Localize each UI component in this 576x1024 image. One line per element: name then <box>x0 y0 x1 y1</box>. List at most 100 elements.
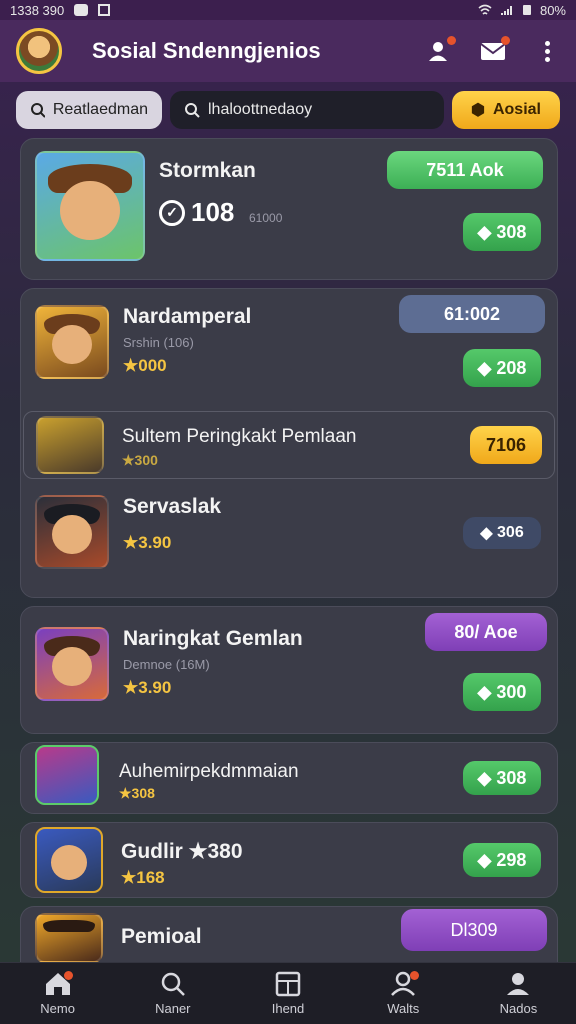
game-sub: Srshin (106) <box>123 335 194 350</box>
gem-icon: ◆ <box>477 849 497 870</box>
status-time: 1338 390 <box>10 2 65 18</box>
nav-label: Ihend <box>271 1001 305 1016</box>
gem-icon: ◆ <box>477 357 497 378</box>
status-badge: 61:002 <box>399 295 545 333</box>
score-sub: 61000 <box>249 211 283 225</box>
messages-notification-dot <box>501 36 510 45</box>
game-name: Stormkan <box>159 159 256 182</box>
featured-card[interactable]: Stormkan ✓ 108 61000 7511 Aok ◆ 308 <box>20 138 558 280</box>
game-name: Auhemirpekdmmaian <box>119 761 299 782</box>
home-notification-dot <box>64 971 74 980</box>
search-icon <box>161 972 185 996</box>
app-bar: Sosial Sndenngjenios <box>0 20 576 82</box>
board-icon <box>275 971 301 997</box>
status-badge[interactable]: Dl309 <box>401 909 547 951</box>
character-hat-icon <box>43 919 95 933</box>
play-button[interactable]: ◆ 300 <box>463 673 541 711</box>
app-title: Sosial Sndenngjenios <box>92 38 321 63</box>
filter-chip-label: Reatlaedman <box>52 101 148 118</box>
game-name: Servaslak <box>123 495 222 518</box>
group-card: Nardamperal Srshin (106) ★000 61:002 ◆ 2… <box>20 288 558 598</box>
character-face-icon <box>52 325 92 365</box>
play-button[interactable]: ◆ 308 <box>463 213 541 251</box>
list-item: Pemioal <box>35 913 202 963</box>
character-face-icon <box>52 647 92 687</box>
nav-search[interactable]: Naner <box>115 963 230 1024</box>
search-icon <box>185 103 200 118</box>
more-menu-button[interactable] <box>534 38 560 64</box>
filter-chip-label: Aosial <box>492 101 541 118</box>
play-button[interactable]: ◆ 208 <box>463 349 541 387</box>
game-rating: ★308 <box>119 785 155 801</box>
friends-button[interactable] <box>426 36 456 64</box>
game-name: Pemioal <box>121 925 202 948</box>
play-button-label: 208 <box>496 357 527 378</box>
badge-label: 61:002 <box>443 303 501 324</box>
nav-profile[interactable]: Nados <box>461 963 576 1024</box>
filter-chip-primary[interactable]: Reatlaedman <box>16 91 162 129</box>
friends-notification-dot <box>447 36 456 45</box>
more-dot-icon <box>544 40 550 46</box>
wifi-icon <box>478 4 492 15</box>
nav-label: Nados <box>499 1001 538 1016</box>
gem-icon: ◆ <box>477 221 497 242</box>
battery-percent: 80% <box>539 2 566 18</box>
game-name: Gudlir ★380 <box>121 840 243 863</box>
badge-label: 7106 <box>485 434 527 455</box>
nav-label: Walts <box>387 1001 420 1016</box>
game-name: Nardamperal <box>123 305 252 328</box>
featured-badge[interactable]: 7511 Aok <box>387 151 543 189</box>
game-card[interactable]: Gudlir ★380 ★168 ◆ 298 <box>20 822 558 898</box>
messages-button[interactable] <box>480 36 510 64</box>
price-badge[interactable]: 7106 <box>470 426 542 464</box>
nav-board[interactable]: Ihend <box>230 963 345 1024</box>
game-card[interactable]: Naringkat Gemlan Demnoe (16M) ★3.90 80/ … <box>20 606 558 734</box>
game-card[interactable]: Pemioal Dl309 <box>20 906 558 963</box>
search-input[interactable]: lhaloottnedaoy <box>170 91 444 129</box>
wallet-notification-dot <box>409 971 419 980</box>
play-button[interactable]: ◆ 298 <box>463 843 541 877</box>
notification-icon <box>74 4 89 16</box>
game-thumbnail <box>35 151 145 261</box>
game-thumbnail <box>35 913 103 963</box>
play-button[interactable]: ◆ 306 <box>463 517 541 549</box>
game-rating: ★3.90 <box>123 678 172 697</box>
list-item[interactable]: Sultem Peringkakt Pemlaan ★300 7106 <box>23 411 555 479</box>
bottom-nav: Nemo Naner Ihend Walts Nados <box>0 962 576 1024</box>
game-rating: ★000 <box>123 356 167 375</box>
game-name: Sultem Peringkakt Pemlaan <box>122 426 357 447</box>
game-sub: Demnoe (16M) <box>123 657 210 672</box>
play-button-label: 298 <box>496 849 527 870</box>
gem-icon: ◆ <box>477 681 497 702</box>
status-badge[interactable]: 80/ Aoe <box>425 613 547 651</box>
filter-bar: Reatlaedman lhaloottnedaoy ⬢ Aosial <box>16 90 560 130</box>
play-button-label: 300 <box>496 681 527 702</box>
game-thumbnail <box>35 305 109 379</box>
game-rating: ★300 <box>122 452 158 468</box>
game-card[interactable]: Auhemirpekdmmaian ★308 ◆ 308 <box>20 742 558 814</box>
play-button-label: 308 <box>496 767 527 788</box>
game-rating: ★3.90 <box>123 533 172 552</box>
game-thumbnail <box>35 495 109 569</box>
nav-home[interactable]: Nemo <box>0 963 115 1024</box>
score-value: 108 <box>191 197 235 227</box>
badge-label: 80/ Aoe <box>454 621 518 642</box>
play-button[interactable]: ◆ 308 <box>463 761 541 795</box>
play-button-label: 306 <box>497 524 524 541</box>
signal-icon <box>500 6 512 15</box>
game-thumbnail <box>35 745 99 805</box>
search-placeholder: lhaloottnedaoy <box>208 101 313 118</box>
gem-icon: ◆ <box>477 767 497 788</box>
game-thumbnail <box>36 416 104 474</box>
profile-avatar[interactable] <box>16 28 62 74</box>
filter-chip-social[interactable]: ⬢ Aosial <box>452 91 560 129</box>
game-name: Naringkat Gemlan <box>123 627 303 650</box>
nav-label: Nemo <box>40 1001 75 1016</box>
list-item: Auhemirpekdmmaian ★308 <box>35 745 299 805</box>
more-dot-icon <box>544 48 550 54</box>
game-thumbnail <box>35 827 103 893</box>
list-item[interactable]: Nardamperal Srshin (106) ★000 <box>35 305 251 379</box>
nav-wallet[interactable]: Walts <box>346 963 461 1024</box>
list-item[interactable]: Servaslak ★3.90 <box>35 495 221 569</box>
game-thumbnail <box>35 627 109 701</box>
